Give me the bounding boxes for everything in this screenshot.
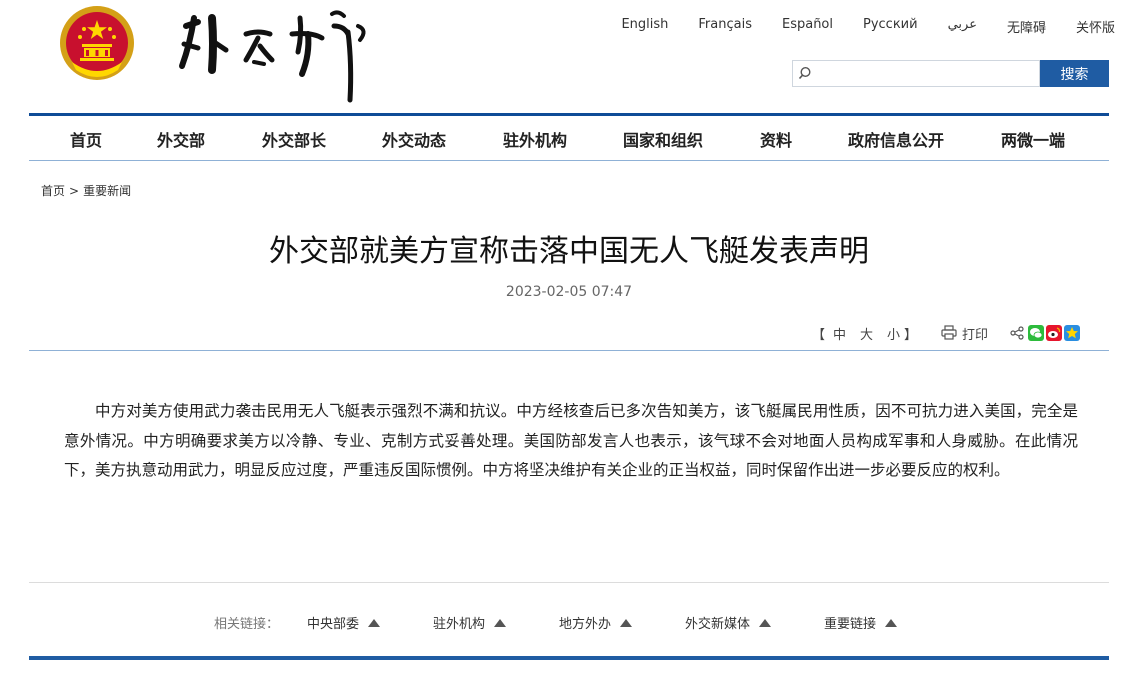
- article-title: 外交部就美方宣称击落中国无人飞艇发表声明: [269, 234, 869, 269]
- related-link-important-links[interactable]: 重要链接: [824, 613, 898, 632]
- search-box: [792, 60, 1040, 87]
- related-link-label: 外交新媒体: [685, 617, 751, 632]
- lang-link-english[interactable]: English: [621, 17, 668, 35]
- lang-link-french[interactable]: Français: [698, 17, 752, 35]
- wechat-icon[interactable]: [1028, 325, 1044, 341]
- font-size-bracket-open: 【: [812, 328, 826, 343]
- search-button[interactable]: 搜索: [1040, 60, 1109, 87]
- nav-item-diplomatic-news[interactable]: 外交动态: [382, 127, 446, 151]
- triangle-up-icon: [368, 619, 381, 627]
- nav-item-weibo-wechat-app[interactable]: 两微一端: [1001, 127, 1065, 151]
- article-tools: 【 中 大 小 】 打印: [812, 324, 1102, 343]
- breadcrumb: 首页 > 重要新闻: [41, 182, 131, 199]
- related-links: 相关链接： 中央部委 驻外机构 地方外办 外交新媒体 重要链接: [214, 613, 914, 632]
- nav-item-ministry[interactable]: 外交部: [157, 127, 205, 151]
- nav-item-home[interactable]: 首页: [70, 127, 102, 151]
- related-link-missions-abroad[interactable]: 驻外机构: [433, 613, 507, 632]
- breadcrumb-home[interactable]: 首页: [41, 184, 65, 198]
- related-link-label: 地方外办: [559, 617, 612, 632]
- print-button[interactable]: 打印: [962, 324, 988, 343]
- related-link-central-ministries[interactable]: 中央部委: [307, 613, 381, 632]
- article-date: 2023-02-05 07:47: [505, 284, 633, 300]
- related-link-label: 重要链接: [824, 617, 877, 632]
- related-link-new-media[interactable]: 外交新媒体: [685, 613, 772, 632]
- ministry-calligraphy-logo: [179, 10, 366, 103]
- triangle-up-icon: [885, 619, 898, 627]
- related-links-label: 相关链接：: [214, 617, 280, 632]
- breadcrumb-separator: >: [69, 184, 80, 198]
- search-input[interactable]: [817, 63, 1035, 84]
- search-icon: [798, 66, 811, 80]
- triangle-up-icon: [620, 619, 633, 627]
- lang-link-accessibility[interactable]: 无障碍: [1007, 17, 1046, 36]
- related-link-label: 驻外机构: [433, 617, 486, 632]
- weibo-icon[interactable]: [1046, 325, 1062, 341]
- lang-link-spanish[interactable]: Español: [782, 17, 833, 35]
- nav-item-countries-organizations[interactable]: 国家和组织: [623, 127, 703, 151]
- nav-item-missions-abroad[interactable]: 驻外机构: [503, 127, 567, 151]
- font-size-large-button[interactable]: 中: [833, 324, 846, 343]
- related-link-local-foreign-affairs[interactable]: 地方外办: [559, 613, 633, 632]
- font-size-medium-button[interactable]: 大: [860, 324, 873, 343]
- print-icon[interactable]: [941, 325, 957, 340]
- main-nav: 首页 外交部 外交部长 外交动态 驻外机构 国家和组织 资料 政府信息公开 两微…: [29, 113, 1109, 161]
- triangle-up-icon: [494, 619, 507, 627]
- triangle-up-icon: [759, 619, 772, 627]
- breadcrumb-current[interactable]: 重要新闻: [83, 184, 131, 198]
- lang-link-russian[interactable]: Русский: [863, 17, 918, 35]
- share-icon[interactable]: [1010, 326, 1024, 340]
- nav-item-resources[interactable]: 资料: [760, 127, 792, 151]
- lang-link-arabic[interactable]: عربي: [948, 17, 977, 35]
- qzone-icon[interactable]: [1064, 325, 1080, 341]
- font-size-small-button[interactable]: 小: [887, 324, 900, 343]
- nav-item-gov-info-disclosure[interactable]: 政府信息公开: [848, 127, 944, 151]
- footer-bar: [29, 656, 1109, 660]
- font-size-bracket-close: 】: [904, 328, 918, 343]
- content-divider-top: [29, 350, 1109, 351]
- lang-link-elder-mode[interactable]: 关怀版: [1076, 17, 1115, 36]
- language-bar: English Français Español Русский عربي 无障…: [620, 17, 1115, 36]
- content-divider-bottom: [29, 582, 1109, 583]
- related-link-label: 中央部委: [307, 617, 360, 632]
- nav-item-minister[interactable]: 外交部长: [262, 127, 326, 151]
- article-body: 中方对美方使用武力袭击民用无人飞艇表示强烈不满和抗议。中方经核查后已多次告知美方…: [64, 402, 1078, 479]
- national-emblem-logo: [60, 6, 134, 80]
